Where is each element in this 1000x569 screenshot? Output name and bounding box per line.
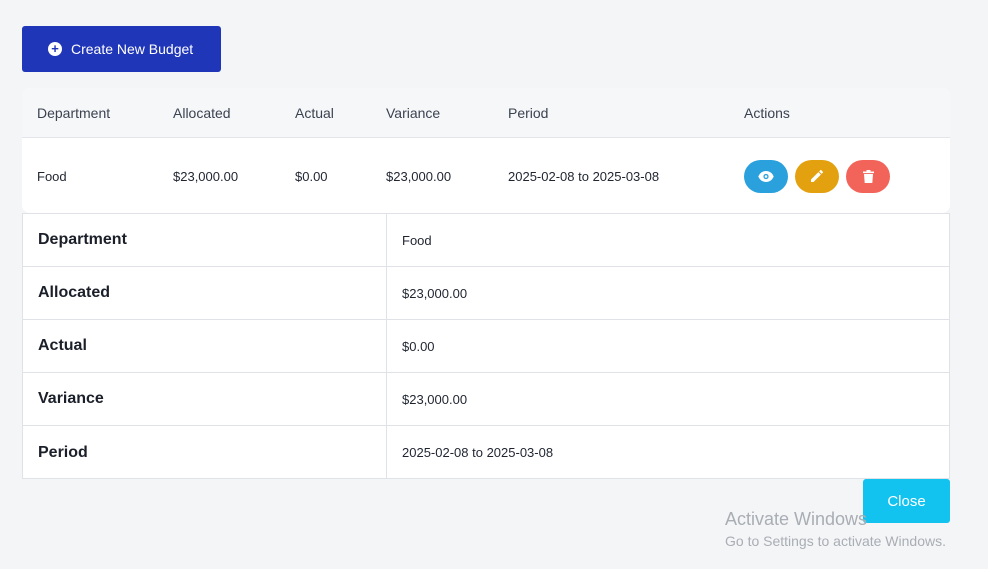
header-period: Period — [508, 104, 549, 121]
plus-circle-icon: + — [48, 42, 62, 56]
detail-row: Allocated $23,000.00 — [23, 267, 949, 320]
detail-label: Department — [23, 214, 387, 266]
cell-variance: $23,000.00 — [386, 168, 452, 184]
detail-value: Food — [402, 232, 432, 248]
detail-label: Allocated — [23, 267, 387, 319]
edit-button[interactable] — [795, 159, 839, 193]
activate-windows-watermark: Activate Windows Go to Settings to activ… — [725, 509, 946, 549]
detail-row: Department Food — [23, 214, 949, 267]
detail-value: $23,000.00 — [402, 285, 468, 301]
cell-allocated: $23,000.00 — [173, 168, 239, 184]
budget-detail-table: Department Food Allocated $23,000.00 Act… — [22, 213, 950, 479]
header-actual: Actual — [295, 104, 334, 121]
row-actions — [744, 139, 890, 213]
watermark-title: Activate Windows — [725, 509, 868, 529]
watermark-subtitle: Go to Settings to activate Windows. — [725, 533, 946, 549]
eye-icon — [758, 170, 774, 182]
budget-table: Department Allocated Actual Variance Per… — [22, 88, 950, 213]
cell-period: 2025-02-08 to 2025-03-08 — [508, 168, 660, 184]
create-new-budget-button[interactable]: + Create New Budget — [22, 26, 221, 72]
header-allocated: Allocated — [173, 104, 231, 121]
delete-button[interactable] — [846, 159, 890, 193]
detail-row: Variance $23,000.00 — [23, 373, 949, 426]
window-edge — [988, 0, 1000, 569]
budget-page: + Create New Budget Department Allocated… — [0, 0, 1000, 569]
pencil-icon — [811, 169, 824, 182]
detail-value: $0.00 — [402, 338, 435, 354]
header-variance: Variance — [386, 104, 441, 121]
trash-icon — [862, 169, 874, 183]
table-row: Food $23,000.00 $0.00 $23,000.00 2025-02… — [22, 139, 950, 213]
detail-label: Variance — [23, 373, 387, 425]
detail-row: Period 2025-02-08 to 2025-03-08 — [23, 426, 949, 479]
detail-value: $23,000.00 — [402, 391, 468, 407]
create-new-budget-label: Create New Budget — [71, 41, 194, 57]
detail-row: Actual $0.00 — [23, 320, 949, 373]
cell-actual: $0.00 — [295, 168, 328, 184]
header-department: Department — [37, 104, 111, 121]
cell-department: Food — [37, 168, 67, 184]
detail-label: Period — [23, 426, 387, 479]
table-header: Department Allocated Actual Variance Per… — [22, 88, 950, 138]
view-button[interactable] — [744, 159, 788, 193]
detail-value: 2025-02-08 to 2025-03-08 — [402, 445, 554, 460]
detail-label: Actual — [23, 320, 387, 372]
header-actions: Actions — [744, 104, 790, 121]
